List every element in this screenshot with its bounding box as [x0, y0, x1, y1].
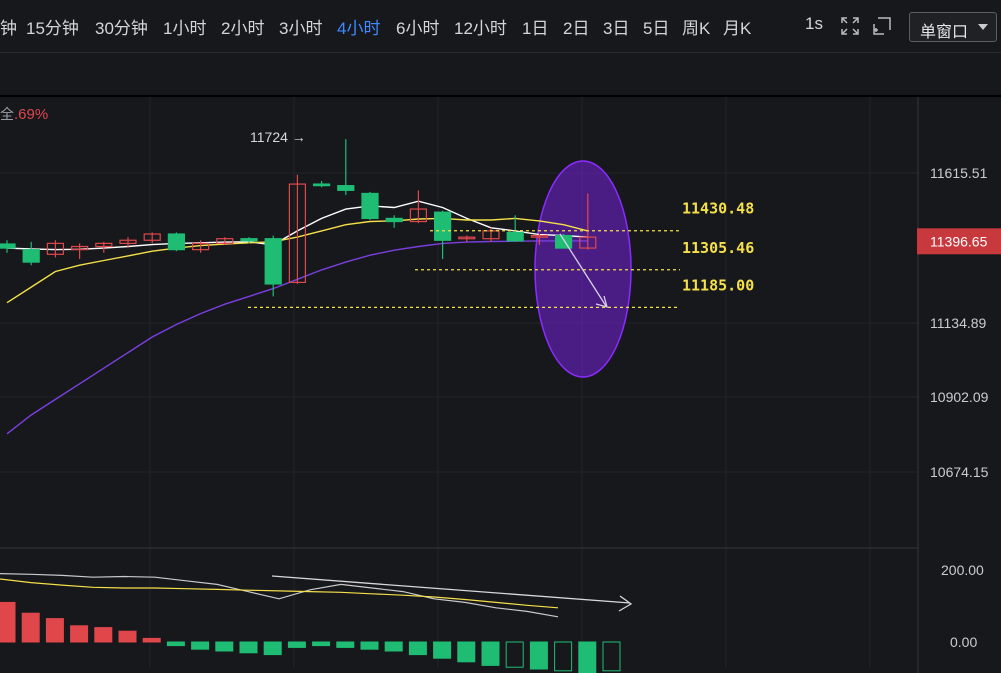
indicator-histogram-bar [142, 637, 161, 643]
price-axis-tick: 11615.51 [930, 165, 988, 181]
candle [288, 174, 306, 284]
indicator-histogram-bar [602, 641, 621, 672]
indicator-histogram-bar [384, 641, 403, 652]
indicator-histogram-bar [529, 641, 548, 670]
candle [361, 191, 379, 220]
candle-body [385, 217, 403, 223]
indicator-histogram-bar [554, 641, 573, 672]
candle-body [0, 243, 16, 249]
indicator-axis-tick: 200.00 [941, 562, 984, 578]
candle-body [167, 233, 185, 251]
indicator-histogram-bar [94, 627, 113, 643]
indicator-histogram-bar [287, 641, 306, 648]
indicator-histogram-bar [118, 630, 137, 643]
candle-body [313, 183, 331, 187]
candle [434, 210, 452, 259]
indicator-histogram-bar [408, 641, 427, 656]
indicator-histogram-bar [360, 641, 379, 650]
price-axis-tick: 10674.15 [930, 464, 989, 480]
indicator-axis-tick: 0.00 [950, 634, 977, 650]
candle [458, 235, 476, 242]
indicator-histogram-bar [239, 641, 258, 654]
indicator-histogram-bar [166, 641, 185, 647]
candle-body [264, 238, 282, 285]
indicator-histogram-bar [263, 641, 282, 656]
candle-body [337, 185, 355, 191]
price-axis-tick: 10902.09 [930, 389, 989, 405]
candle [143, 232, 161, 244]
candle-body [361, 192, 379, 220]
indicator-histogram-bar [45, 618, 64, 643]
candle [22, 241, 40, 266]
support-level-label: 11430.48 [682, 200, 754, 218]
indicator-histogram-bar [578, 641, 597, 673]
high-price-marker: 11724 → [250, 129, 306, 145]
candle-body [240, 238, 258, 242]
support-level-label: 11185.00 [682, 276, 754, 294]
candle [482, 227, 500, 242]
candle [70, 243, 89, 259]
top-left-change: .69% [14, 106, 48, 123]
candle [554, 234, 573, 249]
indicator-histogram-bar [433, 641, 452, 659]
support-level-label: 11305.46 [682, 239, 754, 257]
candle [337, 139, 355, 196]
current-price-label: 11396.65 [930, 233, 988, 249]
indicator-histogram-bar [336, 641, 355, 648]
candlestick-chart: 11430.48 11305.46 11185.00 11724 → 全 .69% 1161… [0, 97, 1001, 673]
indicator-histogram-bar [312, 641, 331, 647]
candle [313, 180, 331, 188]
candle [264, 235, 282, 297]
indicator-histogram-bar [70, 625, 89, 643]
candle-body [554, 234, 573, 249]
indicator-histogram-bar [0, 601, 16, 643]
candle-body [434, 211, 452, 241]
candle [216, 237, 234, 245]
indicator-dif-line [0, 573, 559, 618]
candle [385, 215, 403, 228]
candle [0, 240, 16, 253]
indicator-histogram-bar [481, 641, 500, 666]
candle-body [22, 249, 40, 263]
top-left-info-label: 全 [0, 106, 14, 122]
indicator-histogram-bar [191, 641, 210, 650]
indicator-histogram-bar [21, 612, 40, 643]
candle-body [506, 231, 524, 242]
indicator-histogram-bar [505, 641, 524, 668]
price-axis-tick: 11134.89 [930, 315, 987, 331]
indicator-histogram-bar [457, 641, 476, 663]
candle [167, 232, 185, 252]
indicator-histogram-bar [215, 641, 234, 652]
